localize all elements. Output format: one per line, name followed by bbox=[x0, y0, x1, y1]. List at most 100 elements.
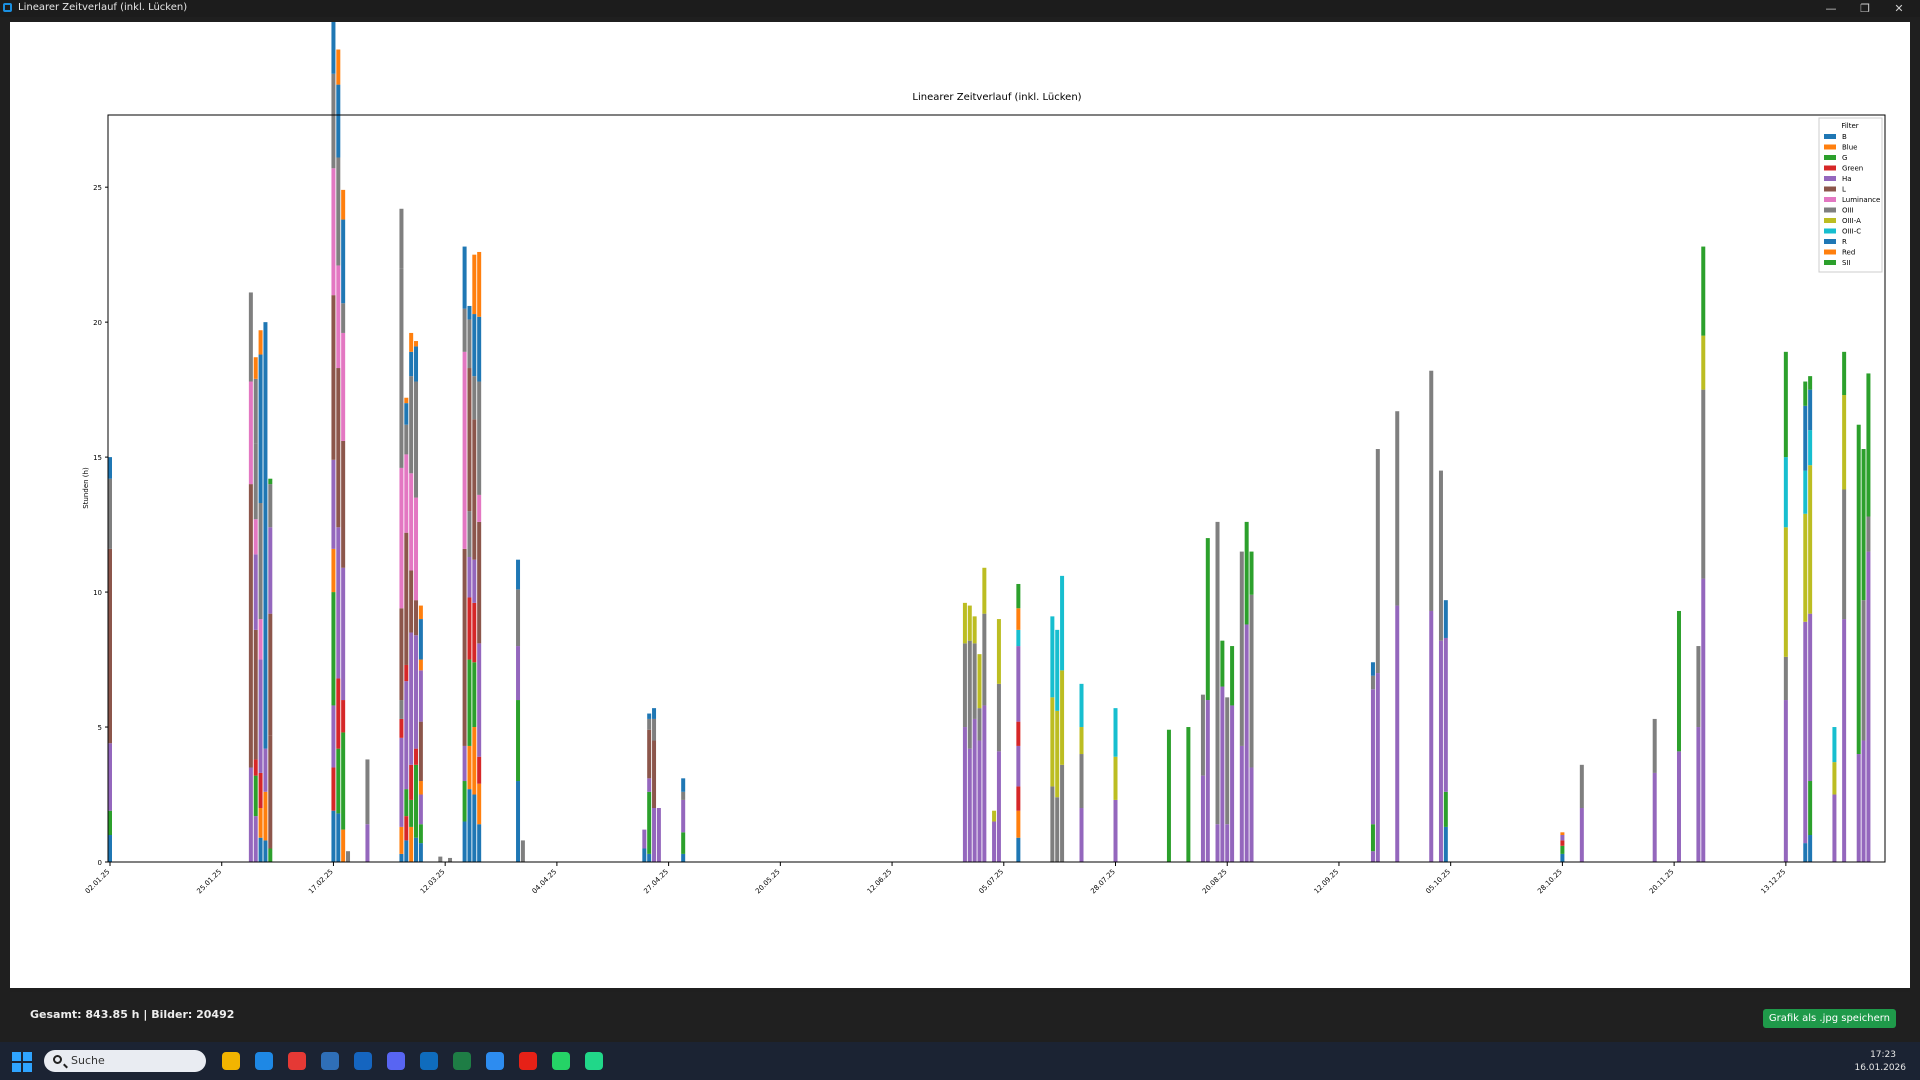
bar-segment bbox=[472, 254, 477, 315]
bar-segment bbox=[1016, 810, 1021, 838]
outlook-icon[interactable] bbox=[420, 1052, 438, 1070]
bar-segment bbox=[258, 619, 263, 660]
bar-segment bbox=[399, 718, 404, 738]
bar-segment bbox=[1370, 824, 1375, 852]
legend-entry-label: SII bbox=[1842, 259, 1851, 267]
taskbar-search[interactable]: Suche bbox=[44, 1050, 206, 1072]
bar-segment bbox=[642, 829, 647, 849]
bar-segment bbox=[258, 772, 263, 809]
bar-segment bbox=[992, 821, 997, 862]
bar-segment bbox=[1249, 551, 1254, 595]
windows-start-icon[interactable] bbox=[12, 1052, 32, 1072]
legend-entry-label: B bbox=[1842, 133, 1847, 141]
bar-segment bbox=[336, 527, 341, 679]
bar bbox=[341, 189, 346, 862]
bar bbox=[1701, 246, 1706, 862]
bar-segment bbox=[399, 700, 404, 719]
bar bbox=[1676, 610, 1681, 862]
bar-segment bbox=[467, 659, 472, 746]
bar-segment bbox=[404, 403, 409, 425]
bar-segment bbox=[258, 659, 263, 773]
photoshop-icon[interactable] bbox=[354, 1052, 372, 1070]
bar-segment bbox=[1808, 781, 1813, 836]
bar-segment bbox=[1239, 551, 1244, 746]
bar-segment bbox=[516, 559, 521, 590]
bar-segment bbox=[1055, 797, 1060, 862]
bar-segment bbox=[404, 816, 409, 841]
youtube-icon[interactable] bbox=[519, 1052, 537, 1070]
pycharm-icon[interactable] bbox=[585, 1052, 603, 1070]
chart-title: Linearer Zeitverlauf (inkl. Lücken) bbox=[912, 92, 1081, 103]
bar-segment bbox=[477, 783, 482, 825]
bar-segment bbox=[1842, 351, 1847, 396]
bar-segment bbox=[1205, 538, 1210, 701]
edge-icon[interactable] bbox=[255, 1052, 273, 1070]
bar-segment bbox=[414, 346, 419, 382]
maximize-button[interactable]: ❐ bbox=[1848, 0, 1882, 17]
lightroom-icon[interactable] bbox=[321, 1052, 339, 1070]
bar-segment bbox=[409, 570, 414, 633]
bar bbox=[962, 602, 967, 862]
bar-segment bbox=[258, 354, 263, 503]
bar-segment bbox=[108, 835, 112, 862]
legend-swatch bbox=[1824, 176, 1836, 181]
bar bbox=[472, 254, 477, 862]
save-jpg-button[interactable]: Grafik als .jpg speichern bbox=[1762, 1009, 1896, 1028]
bar bbox=[652, 708, 657, 862]
whatsapp-icon[interactable] bbox=[552, 1052, 570, 1070]
bar-segment bbox=[462, 821, 467, 862]
bar-segment bbox=[462, 745, 467, 782]
bar-segment bbox=[1808, 376, 1813, 390]
bar-segment bbox=[1239, 745, 1244, 862]
discord-icon[interactable] bbox=[387, 1052, 405, 1070]
bar-segment bbox=[418, 824, 423, 844]
bar-segment bbox=[336, 265, 341, 369]
bar-segment bbox=[268, 478, 273, 485]
bar-segment bbox=[331, 705, 336, 768]
bar-series bbox=[108, 22, 1871, 862]
bar-segment bbox=[258, 837, 263, 862]
bar-segment bbox=[253, 775, 258, 817]
bar-segment bbox=[982, 705, 987, 862]
legend-swatch bbox=[1824, 155, 1836, 160]
bar-segment bbox=[477, 824, 482, 862]
chrome-icon[interactable] bbox=[288, 1052, 306, 1070]
bar bbox=[1249, 551, 1254, 862]
bar bbox=[336, 49, 341, 862]
legend-swatch bbox=[1824, 249, 1836, 255]
bar-segment bbox=[404, 397, 409, 404]
bar-segment bbox=[258, 330, 263, 355]
bar-segment bbox=[448, 857, 453, 862]
bar-segment bbox=[652, 708, 657, 719]
bar-segment bbox=[1560, 832, 1565, 836]
bar-segment bbox=[1370, 662, 1375, 676]
bar-segment bbox=[467, 556, 472, 598]
bar bbox=[365, 759, 370, 862]
bar-segment bbox=[336, 49, 341, 85]
bar-segment bbox=[1016, 745, 1021, 787]
bar bbox=[1438, 470, 1443, 862]
bar bbox=[1225, 697, 1230, 862]
bar-segment bbox=[647, 853, 652, 862]
bar-segment bbox=[108, 548, 112, 744]
minimize-button[interactable]: — bbox=[1814, 0, 1848, 17]
bar-segment bbox=[1866, 516, 1871, 552]
bar bbox=[477, 251, 482, 862]
bar-segment bbox=[477, 756, 482, 784]
file-explorer-icon[interactable] bbox=[222, 1052, 240, 1070]
bar bbox=[967, 605, 972, 862]
bar-segment bbox=[1050, 616, 1055, 698]
bar-segment bbox=[336, 84, 341, 158]
bar-segment bbox=[1652, 772, 1657, 862]
bar-segment bbox=[331, 767, 336, 811]
bar-segment bbox=[409, 632, 414, 765]
bar-segment bbox=[467, 319, 472, 369]
close-button[interactable]: ✕ bbox=[1882, 0, 1916, 17]
bar-segment bbox=[409, 351, 414, 377]
bar-segment bbox=[1375, 673, 1380, 862]
bar-segment bbox=[472, 727, 477, 795]
bar-segment bbox=[1676, 751, 1681, 862]
excel-icon[interactable] bbox=[453, 1052, 471, 1070]
onedrive-icon[interactable] bbox=[486, 1052, 504, 1070]
bar-segment bbox=[462, 351, 467, 549]
